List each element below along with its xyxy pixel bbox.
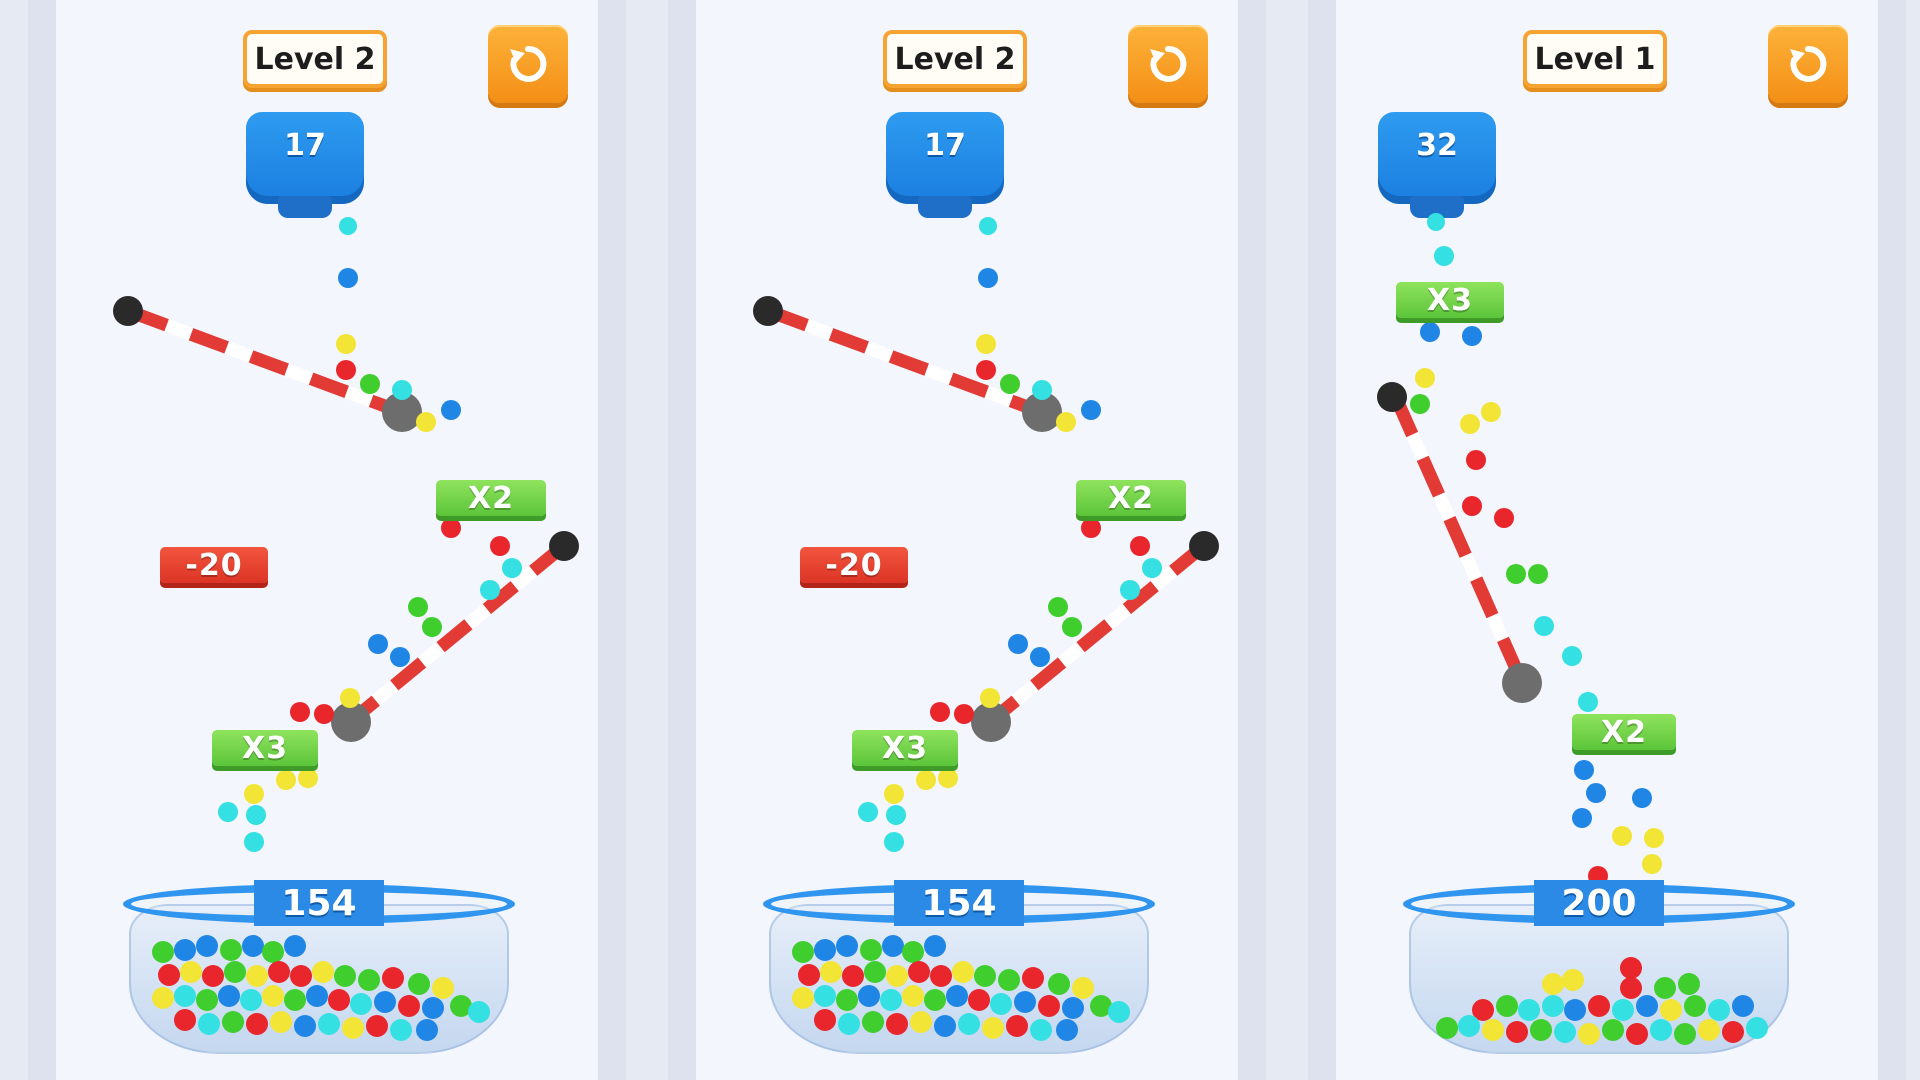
striped-barrier[interactable] <box>1377 382 1542 703</box>
multiplier-gate-x3: X3 <box>852 730 958 766</box>
collector-basket: 200 <box>1403 880 1795 1060</box>
penalty-gate: -20 <box>160 547 268 583</box>
striped-barrier[interactable] <box>971 531 1219 742</box>
multiplier-gate-x2: X2 <box>1572 714 1676 750</box>
striped-barrier[interactable] <box>331 531 579 742</box>
game-screen-2: Level 2 17 X2 -20 X3 154 <box>668 0 1266 1080</box>
multiplier-gate-x3: X3 <box>212 730 318 766</box>
game-screen-3: Level 1 32 X3 X2 200 <box>1308 0 1906 1080</box>
multiplier-gate-x2: X2 <box>436 480 546 516</box>
penalty-gate: -20 <box>800 547 908 583</box>
striped-barrier[interactable] <box>113 296 422 432</box>
multiplier-gate-x2: X2 <box>1076 480 1186 516</box>
basket-score: 200 <box>1534 880 1664 926</box>
collector-basket: 154 <box>123 880 515 1060</box>
collector-basket: 154 <box>763 880 1155 1060</box>
multiplier-gate-x3: X3 <box>1396 282 1504 318</box>
basket-score: 154 <box>894 880 1024 926</box>
basket-score: 154 <box>254 880 384 926</box>
striped-barrier[interactable] <box>753 296 1062 432</box>
game-screen-1: Level 2 17 X2 -20 X3 154 <box>28 0 626 1080</box>
